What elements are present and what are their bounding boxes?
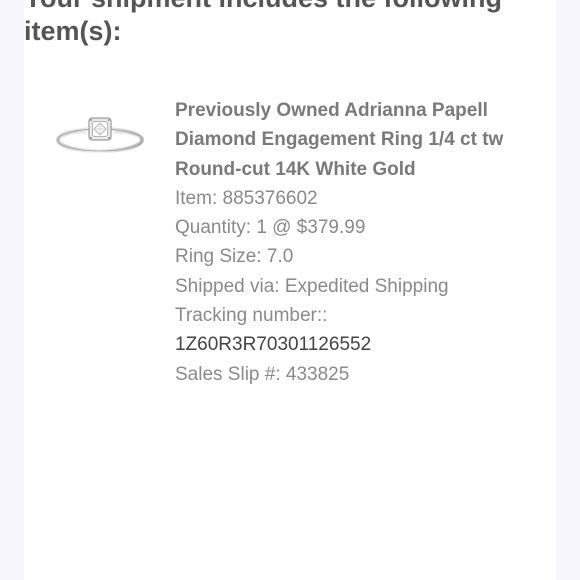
email-page: Your shipment includes the following ite…	[0, 0, 580, 580]
product-title-line-1[interactable]: Previously Owned Adrianna Papell	[175, 96, 535, 125]
heading-line-1: Your shipment includes the following	[24, 0, 564, 15]
shipment-heading: Your shipment includes the following ite…	[24, 0, 564, 48]
sales-slip: Sales Slip #: 433825	[175, 363, 350, 385]
item-details: Previously Owned Adrianna Papell Diamond…	[175, 96, 535, 389]
ring-size: Ring Size: 7.0	[175, 246, 294, 268]
product-title-line-2[interactable]: Diamond Engagement Ring 1/4 ct tw	[175, 125, 535, 154]
item-quantity: Quantity: 1 @ $379.99	[175, 217, 366, 239]
tracking-number-link[interactable]: 1Z60R3R70301126552	[175, 330, 535, 359]
shipping-method: Shipped via: Expedited Shipping	[175, 275, 449, 297]
product-title-line-3[interactable]: Round-cut 14K White Gold	[175, 155, 535, 184]
tracking-label: Tracking number::	[175, 305, 328, 327]
ring-image[interactable]	[52, 104, 148, 164]
item-number: Item: 885376602	[175, 187, 318, 209]
diamond-ring-icon	[56, 117, 144, 153]
heading-line-2: item(s):	[24, 16, 122, 46]
product-title-link[interactable]: Previously Owned Adrianna Papell Diamond…	[175, 96, 535, 184]
